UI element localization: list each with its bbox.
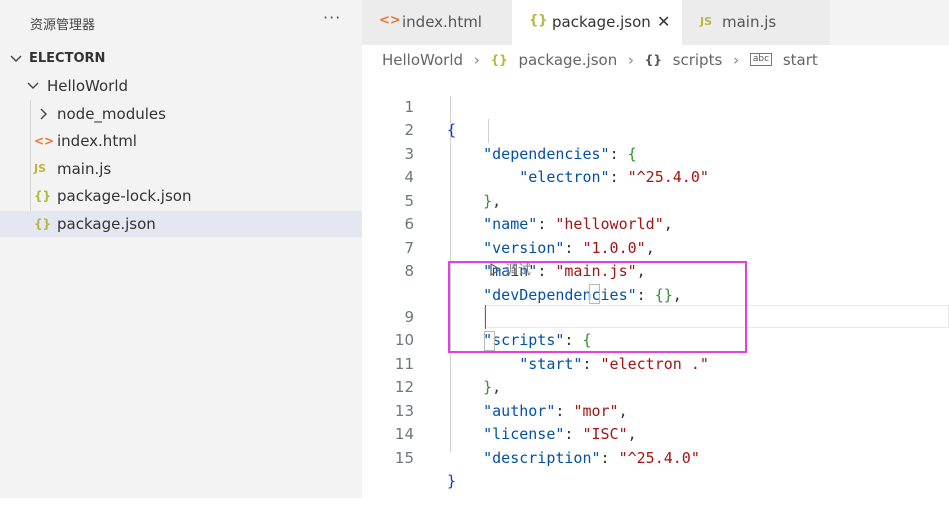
code-line: 14 "description": "^25.4.0" xyxy=(362,400,949,467)
code-token: } xyxy=(447,472,457,490)
breadcrumb: HelloWorld › {} package.json › {} script… xyxy=(382,50,818,70)
json-file-icon: {} xyxy=(34,217,52,231)
json-file-icon: {} xyxy=(490,52,508,67)
code-line: 2 "dependencies": { xyxy=(362,96,949,163)
js-file-icon: JS xyxy=(700,15,713,28)
breadcrumb-leaf[interactable]: start xyxy=(783,51,818,69)
chevron-down-icon xyxy=(27,73,39,99)
object-symbol-icon: {} xyxy=(644,52,662,67)
html-file-icon: <> xyxy=(34,134,55,148)
json-file-icon: {} xyxy=(34,189,52,203)
json-file-icon: {} xyxy=(529,13,548,28)
code-line: 7 "main": "main.js", xyxy=(362,213,949,281)
chevron-right-icon: › xyxy=(733,50,740,69)
code-line: 6 "version": "1.0.0", xyxy=(362,190,949,257)
chevron-right-icon: › xyxy=(628,50,634,69)
code-line: 13 "license": "ISC", xyxy=(362,376,949,444)
tab-package-json[interactable]: {} package.json ✕ xyxy=(512,0,682,45)
tree-item-label: node_modules xyxy=(57,105,166,123)
tree-item-main-js[interactable]: JS main.js xyxy=(0,156,362,182)
line-number: 15 xyxy=(394,448,414,467)
tree-folder-helloworld[interactable]: HelloWorld xyxy=(0,73,362,99)
js-file-icon: JS xyxy=(34,162,47,175)
tab-index-html[interactable]: <> index.html xyxy=(362,0,512,45)
chevron-right-icon xyxy=(39,101,51,127)
code-line: 4 }, xyxy=(362,143,949,210)
breadcrumb-file[interactable]: package.json xyxy=(518,51,617,69)
tree-item-label: index.html xyxy=(57,132,137,150)
tree-item-package-json[interactable]: {} package.json xyxy=(0,211,362,237)
json-key: "description" xyxy=(483,448,601,467)
tree-item-label: package.json xyxy=(57,215,156,233)
code-line: 5 "name": "helloworld", xyxy=(362,166,949,234)
string-symbol-icon: abc xyxy=(749,53,773,66)
explorer-sidebar: 资源管理器 ··· ELECTORN HelloWorld node_modul… xyxy=(0,0,362,498)
chevron-right-icon: › xyxy=(473,50,480,69)
annotation-highlight-box xyxy=(448,261,747,353)
tab-label: package.json xyxy=(552,13,651,31)
breadcrumb-section[interactable]: scripts xyxy=(673,51,723,69)
more-actions-icon[interactable]: ··· xyxy=(323,8,341,27)
code-line: 3 "electron": "^25.4.0" xyxy=(362,119,949,187)
code-line: 1 { xyxy=(362,72,949,140)
chevron-down-icon xyxy=(10,46,22,72)
tab-label: index.html xyxy=(402,13,482,31)
tree-item-node-modules[interactable]: node_modules xyxy=(0,101,362,127)
tree-folder-label: HelloWorld xyxy=(47,77,129,95)
tree-item-label: main.js xyxy=(57,160,112,178)
tree-item-index-html[interactable]: <> index.html xyxy=(0,128,362,154)
explorer-title: 资源管理器 xyxy=(30,18,96,33)
code-line: 15 } xyxy=(362,423,949,491)
close-icon[interactable]: ✕ xyxy=(657,12,670,31)
tree-root-label: ELECTORN xyxy=(29,51,106,66)
editor-tab-bar: <> index.html {} package.json ✕ JS main.… xyxy=(362,0,949,45)
tab-main-js[interactable]: JS main.js xyxy=(682,0,830,45)
code-token: : xyxy=(600,448,619,467)
tree-item-package-lock-json[interactable]: {} package-lock.json xyxy=(0,183,362,209)
tab-label: main.js xyxy=(722,13,777,31)
line-number: 8 xyxy=(404,262,414,280)
html-file-icon: <> xyxy=(379,13,401,28)
code-line: 8 "devDependencies": {}, xyxy=(362,237,949,304)
breadcrumb-folder[interactable]: HelloWorld xyxy=(382,51,463,69)
tree-item-label: package-lock.json xyxy=(57,187,192,205)
code-line: 12 "author": "mor", xyxy=(362,353,949,420)
json-value: "^25.4.0" xyxy=(618,448,700,467)
tree-root-electorn[interactable]: ELECTORN xyxy=(0,46,362,72)
